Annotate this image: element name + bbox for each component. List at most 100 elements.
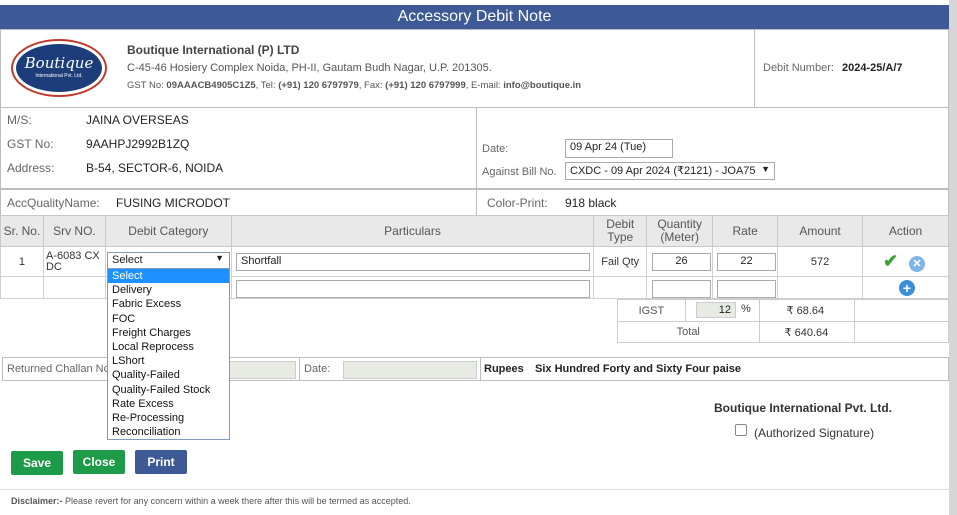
rupees-in-words: Six Hundred Forty and Sixty Four paise: [535, 363, 741, 375]
party-address-value: B-54, SECTOR-6, NOIDA: [86, 161, 224, 175]
empty-cell: [0, 276, 44, 299]
debit-category-dropdown[interactable]: Select Delivery Fabric Excess FOC Freight Ch…: [107, 268, 230, 441]
challan-date-input[interactable]: [343, 361, 477, 379]
rate-input-empty[interactable]: [717, 280, 776, 298]
quantity-input[interactable]: 26: [652, 253, 711, 271]
tel-label: Tel:: [260, 80, 276, 91]
vertical-divider: [299, 357, 300, 381]
company-contact-line: GST No: 09AAACB4905C1Z5, Tel: (+91) 120 …: [127, 80, 582, 91]
particulars-input[interactable]: Shortfall: [236, 253, 590, 271]
challan-label: Returned Challan No: [7, 363, 110, 375]
against-bill-value: CXDC - 09 Apr 2024 (₹2121) - JOA75: [570, 165, 756, 177]
challan-date-label: Date:: [304, 363, 331, 375]
vertical-divider: [480, 357, 481, 381]
ms-label: M/S:: [7, 113, 32, 127]
dropdown-option[interactable]: Freight Charges: [108, 326, 229, 340]
date-label: Date:: [482, 143, 509, 155]
debit-category-select[interactable]: Select ▼: [107, 252, 230, 269]
chevron-down-icon: ▼: [761, 164, 770, 174]
signature-label: (Authorized Signature): [754, 426, 875, 440]
dropdown-option[interactable]: Re-Processing: [108, 411, 229, 425]
party-address-label: Address:: [7, 161, 55, 175]
dropdown-option[interactable]: Select: [108, 269, 229, 284]
vertical-divider: [754, 29, 755, 108]
gst-label: GST No:: [127, 80, 164, 91]
debit-type-line2: Type: [607, 230, 634, 244]
company-address: C-45-46 Hosiery Complex Noida, PH-II, Ga…: [127, 62, 492, 74]
dropdown-option[interactable]: Quality-Failed Stock: [108, 383, 229, 397]
debit-type-line1: Debit: [606, 217, 635, 231]
acc-quality-value: FUSING MICRODOT: [116, 196, 230, 210]
igst-label: IGST: [617, 299, 686, 322]
percent-label: %: [741, 303, 751, 315]
date-input[interactable]: 09 Apr 24 (Tue): [565, 139, 673, 158]
page-title: Accessory Debit Note: [0, 5, 949, 29]
rupees-label: Rupees: [484, 363, 524, 375]
igst-rate-input[interactable]: 12: [696, 302, 736, 318]
signature-company: Boutique International Pvt. Ltd.: [714, 401, 892, 415]
remove-row-icon[interactable]: ✕: [909, 256, 925, 272]
quantity-line2: (Meter): [660, 230, 700, 244]
color-print-label: Color-Print:: [487, 196, 548, 210]
checkmark-icon[interactable]: ✔: [883, 252, 898, 270]
cell-debit-type: Fail Qty: [593, 246, 648, 277]
col-header-category: Debit Category: [104, 215, 232, 247]
company-name: Boutique International (P) LTD: [127, 43, 300, 57]
quantity-line1: Quantity: [657, 217, 703, 231]
col-header-amount: Amount: [777, 215, 864, 247]
category-selected-value: Select: [112, 254, 143, 266]
chevron-down-icon: ▼: [215, 253, 224, 263]
col-header-sr: Sr. No.: [0, 215, 44, 247]
against-bill-select[interactable]: CXDC - 09 Apr 2024 (₹2121) - JOA75 ▼: [565, 162, 775, 180]
tax-summary: IGST ₹ 68.64 Total ₹ 640.64: [617, 299, 949, 343]
company-gst: 09AAACB4905C1Z5: [166, 80, 256, 91]
cell-srv: A-6083 CX DC: [42, 246, 106, 277]
disclaimer: Disclaimer:- Please revert for any conce…: [11, 496, 411, 506]
dropdown-option[interactable]: Quality-Failed: [108, 368, 229, 382]
logo-text-main: Boutique: [24, 54, 94, 72]
close-button[interactable]: Close: [73, 450, 125, 474]
cell-amount: 572: [777, 246, 864, 277]
signature-checkbox[interactable]: [735, 424, 747, 436]
rate-input[interactable]: 22: [717, 253, 776, 271]
col-header-rate: Rate: [712, 215, 779, 247]
total-label: Total: [617, 321, 760, 343]
col-header-debit-type: Debit Type: [593, 215, 648, 247]
empty-cell: [42, 276, 106, 299]
quantity-input-empty[interactable]: [652, 280, 711, 298]
color-print-value: 918 black: [565, 196, 617, 210]
dropdown-option[interactable]: Delivery: [108, 283, 229, 297]
against-bill-label: Against Bill No.: [482, 166, 557, 178]
dropdown-option[interactable]: Rate Excess: [108, 397, 229, 411]
total-amount: ₹ 640.64: [758, 321, 856, 343]
disclaimer-label: Disclaimer:-: [11, 496, 63, 506]
company-fax: (+91) 120 6797999: [385, 80, 466, 91]
company-logo: Boutique International Pvt. Ltd.: [13, 41, 105, 95]
ms-value: JAINA OVERSEAS: [86, 113, 189, 127]
col-header-srv: Srv NO.: [42, 215, 106, 247]
save-button[interactable]: Save: [11, 451, 63, 475]
debit-number-label: Debit Number:: [763, 62, 834, 74]
challan-input[interactable]: [228, 361, 296, 379]
logo-text-sub: International Pvt. Ltd.: [35, 73, 83, 79]
party-gst-value: 9AAHPJ2992B1ZQ: [86, 137, 190, 151]
party-gst-label: GST No:: [7, 137, 54, 151]
empty-cell: [593, 276, 648, 299]
debit-number-value: 2024-25/A/7: [842, 62, 903, 74]
company-tel: (+91) 120 6797979: [278, 80, 359, 91]
dropdown-option[interactable]: Fabric Excess: [108, 297, 229, 311]
fax-label: Fax:: [364, 80, 383, 91]
particulars-input-empty[interactable]: [236, 280, 590, 298]
dropdown-option[interactable]: Reconciliation: [108, 425, 229, 439]
add-row-icon[interactable]: +: [899, 280, 915, 296]
scrollbar-track[interactable]: [949, 0, 957, 515]
disclaimer-text: Please revert for any concern within a w…: [65, 496, 411, 506]
igst-amount: ₹ 68.64: [758, 299, 856, 322]
print-button[interactable]: Print: [135, 450, 187, 474]
cell-sr: 1: [0, 246, 44, 277]
email-label: E-mail:: [471, 80, 501, 91]
dropdown-option[interactable]: Local Reprocess: [108, 340, 229, 354]
tax-empty-cell: [854, 299, 949, 322]
dropdown-option[interactable]: LShort: [108, 354, 229, 368]
dropdown-option[interactable]: FOC: [108, 312, 229, 326]
